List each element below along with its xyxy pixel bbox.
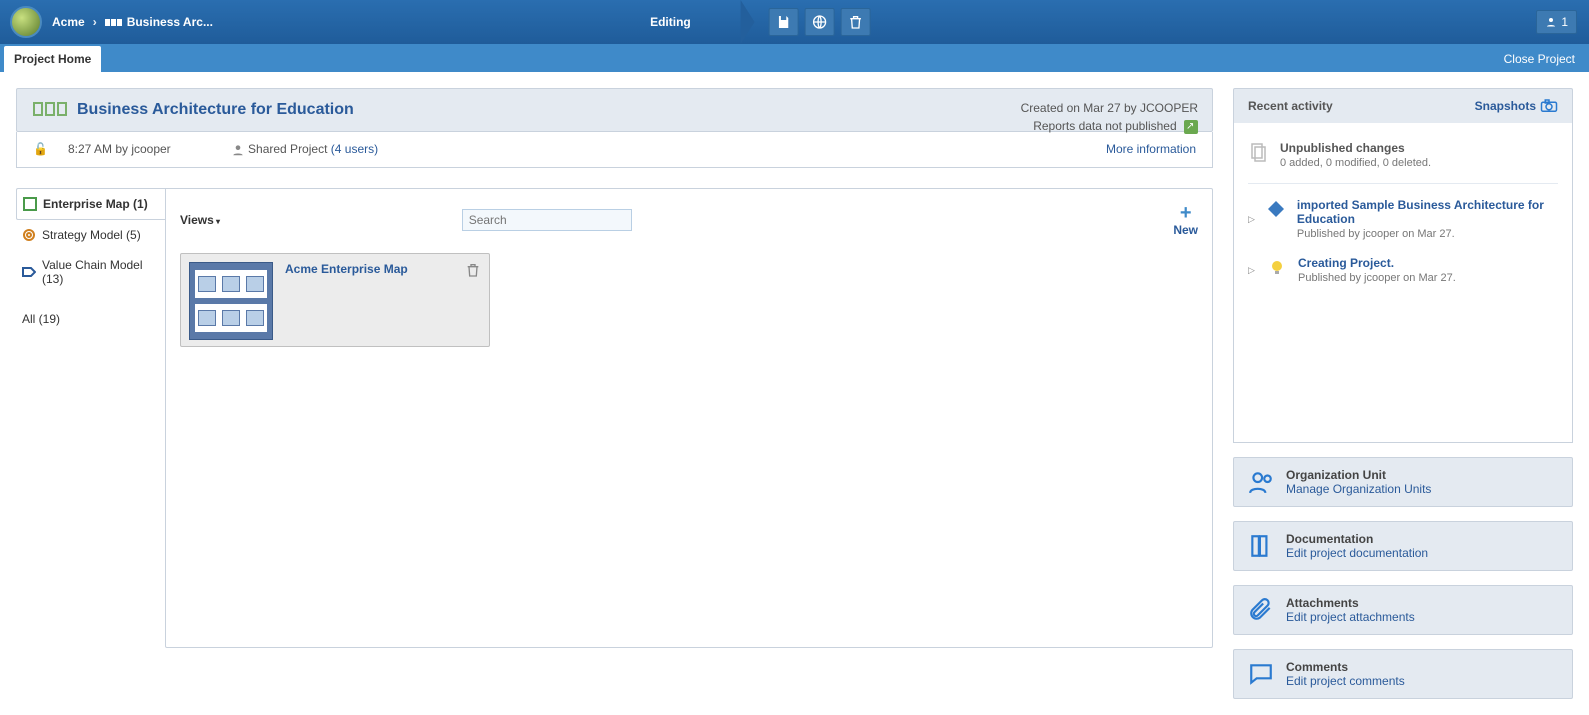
action-documentation[interactable]: Documentation Edit project documentation <box>1233 521 1573 571</box>
action-link[interactable]: Edit project attachments <box>1286 610 1415 624</box>
lock-icon: 🔓 <box>33 142 48 156</box>
nav-label: Enterprise Map (1) <box>43 197 148 211</box>
documentation-icon <box>1248 533 1274 559</box>
recent-activity-header: Recent activity Snapshots <box>1233 88 1573 123</box>
content-pane: Views + New Acme Enterprise Map <box>165 188 1213 648</box>
lightbulb-icon <box>1266 256 1288 278</box>
search-box <box>462 209 632 231</box>
action-title: Documentation <box>1286 532 1428 546</box>
nav-label: All (19) <box>22 312 60 326</box>
nav-value-chain-model[interactable]: Value Chain Model (13) <box>16 250 166 294</box>
content-toolbar: Views + New <box>180 203 1198 237</box>
arrow-separator <box>741 0 755 44</box>
publish-button[interactable] <box>805 8 835 36</box>
project-title: Business Architecture for Education <box>77 101 354 119</box>
nav-all[interactable]: All (19) <box>16 304 166 334</box>
action-comments[interactable]: Comments Edit project comments <box>1233 649 1573 699</box>
editing-mode-label: Editing <box>650 15 691 29</box>
nav-strategy-model[interactable]: Strategy Model (5) <box>16 220 166 250</box>
project-meta: Created on Mar 27 by JCOOPER Reports dat… <box>1021 99 1198 135</box>
action-title: Attachments <box>1286 596 1415 610</box>
changes-icon <box>1248 141 1270 163</box>
action-link[interactable]: Edit project comments <box>1286 674 1405 688</box>
main-area: Business Architecture for Education Crea… <box>0 72 1589 715</box>
tab-row: Project Home Close Project <box>0 44 1589 72</box>
views-dropdown[interactable]: Views <box>180 213 220 227</box>
search-input[interactable] <box>462 209 632 231</box>
recent-activity-title: Recent activity <box>1248 99 1333 113</box>
card-title: Acme Enterprise Map <box>285 262 408 338</box>
user-count-button[interactable]: 1 <box>1536 10 1577 34</box>
tab-project-home[interactable]: Project Home <box>4 46 101 72</box>
activity-item-import: ▷ imported Sample Business Architecture … <box>1248 190 1558 248</box>
shared-label: Shared Project <box>248 142 327 156</box>
model-card[interactable]: Acme Enterprise Map <box>180 253 490 347</box>
activity-link[interactable]: imported Sample Business Architecture fo… <box>1297 198 1544 226</box>
plus-icon: + <box>1173 203 1198 223</box>
right-column: Recent activity Snapshots Unpublished ch… <box>1233 88 1573 699</box>
shared-section: Shared Project (4 users) <box>231 142 378 157</box>
activity-sub: Published by jcooper on Mar 27. <box>1297 228 1455 240</box>
action-link[interactable]: Edit project documentation <box>1286 546 1428 560</box>
close-project-link[interactable]: Close Project <box>1504 52 1575 66</box>
app-logo[interactable] <box>10 6 42 38</box>
delete-button[interactable] <box>841 8 871 36</box>
breadcrumb-root[interactable]: Acme <box>52 15 85 29</box>
activity-item-create: ▷ Creating Project. Published by jcooper… <box>1248 248 1558 292</box>
org-icon <box>1248 469 1274 495</box>
recent-activity-panel: Recent activity Snapshots Unpublished ch… <box>1233 88 1573 443</box>
breadcrumb: Acme › Business Arc... <box>52 15 213 29</box>
toolbar-buttons <box>769 8 871 36</box>
comments-icon <box>1248 661 1274 687</box>
breadcrumb-separator: › <box>93 15 97 29</box>
activity-sub: Published by jcooper on Mar 27. <box>1298 272 1456 284</box>
publish-status-text: Reports data not published <box>1033 119 1176 133</box>
breadcrumb-current[interactable]: Business Arc... <box>127 15 213 29</box>
top-bar: Acme › Business Arc... Editing 1 <box>0 0 1589 44</box>
save-button[interactable] <box>769 8 799 36</box>
publish-icon[interactable] <box>1184 120 1198 134</box>
activity-link[interactable]: Creating Project. <box>1298 256 1394 270</box>
project-title-icon <box>33 102 69 119</box>
person-icon <box>231 143 245 157</box>
value-chain-icon <box>22 265 36 279</box>
card-thumbnail <box>189 262 273 340</box>
created-by-text: Created on Mar 27 by JCOOPER <box>1021 99 1198 117</box>
attachment-icon <box>1248 597 1274 623</box>
snapshots-link[interactable]: Snapshots <box>1475 99 1558 113</box>
nav-label: Strategy Model (5) <box>42 228 141 242</box>
project-icon <box>105 15 123 29</box>
action-title: Organization Unit <box>1286 468 1431 482</box>
camera-icon <box>1540 99 1558 113</box>
expand-icon[interactable]: ▷ <box>1248 214 1255 225</box>
project-sub-row: 🔓 8:27 AM by jcooper Shared Project (4 u… <box>16 132 1213 168</box>
left-column: Business Architecture for Education Crea… <box>16 88 1213 648</box>
nav-enterprise-map[interactable]: Enterprise Map (1) <box>16 188 166 220</box>
editing-section: Editing <box>650 0 891 44</box>
action-attachments[interactable]: Attachments Edit project attachments <box>1233 585 1573 635</box>
snapshots-label: Snapshots <box>1475 99 1536 113</box>
action-link[interactable]: Manage Organization Units <box>1286 482 1431 496</box>
unpublished-changes-item: Unpublished changes 0 added, 0 modified,… <box>1248 133 1558 184</box>
enterprise-map-icon <box>23 197 37 211</box>
strategy-model-icon <box>22 228 36 242</box>
delete-card-icon[interactable] <box>465 262 481 278</box>
new-label: New <box>1173 223 1198 237</box>
project-title-card: Business Architecture for Education Crea… <box>16 88 1213 132</box>
model-browser: Enterprise Map (1) Strategy Model (5) Va… <box>16 188 1213 648</box>
unpublished-sub: 0 added, 0 modified, 0 deleted. <box>1280 157 1431 169</box>
shared-users-link[interactable]: (4 users) <box>331 142 378 156</box>
more-information-link[interactable]: More information <box>1106 142 1196 156</box>
expand-icon[interactable]: ▷ <box>1248 265 1256 276</box>
user-count: 1 <box>1561 15 1568 29</box>
unpublished-title: Unpublished changes <box>1280 141 1405 155</box>
model-type-nav: Enterprise Map (1) Strategy Model (5) Va… <box>16 188 166 648</box>
import-icon <box>1265 198 1287 220</box>
recent-activity-body: Unpublished changes 0 added, 0 modified,… <box>1233 123 1573 443</box>
last-edited-text: 8:27 AM by jcooper <box>68 142 171 156</box>
nav-label: Value Chain Model (13) <box>42 258 160 286</box>
action-organization-unit[interactable]: Organization Unit Manage Organization Un… <box>1233 457 1573 507</box>
new-button[interactable]: + New <box>1173 203 1198 237</box>
